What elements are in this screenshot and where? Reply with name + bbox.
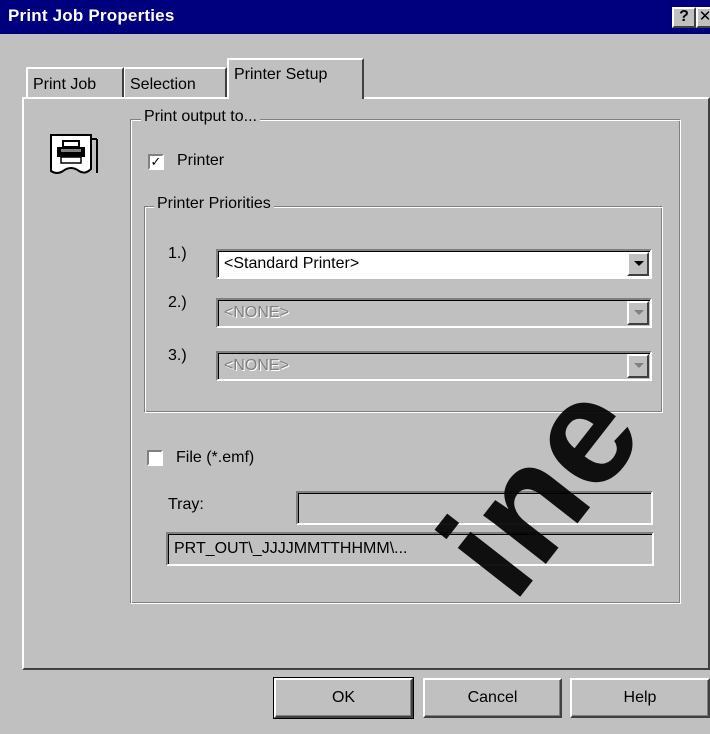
file-checkbox[interactable] — [147, 450, 163, 466]
chevron-down-icon — [634, 310, 644, 315]
tab-printer-setup[interactable]: Printer Setup — [227, 58, 364, 99]
close-icon[interactable]: ✕ — [696, 7, 710, 28]
priority-3-dropdown-button[interactable] — [627, 354, 649, 378]
tray-label: Tray: — [168, 496, 204, 513]
priority-2-dropdown-button[interactable] — [627, 301, 649, 325]
priority-2-select[interactable]: <NONE> — [216, 298, 652, 328]
tab-label: Printer Setup — [234, 66, 328, 83]
tray-input[interactable] — [296, 491, 653, 525]
tab-label: Selection — [130, 76, 196, 93]
help-button[interactable]: Help — [570, 678, 710, 718]
printer-priorities-group-label: Printer Priorities — [154, 195, 274, 213]
window-title: Print Job Properties — [8, 6, 175, 25]
tab-label: Print Job — [33, 76, 97, 93]
priority-1-value: <Standard Printer> — [224, 255, 360, 272]
file-checkbox-label[interactable]: File (*.emf) — [176, 449, 254, 467]
priority-number-1: 1.) — [168, 245, 187, 262]
chevron-down-icon — [634, 363, 644, 368]
printer-checkbox-label[interactable]: Printer — [177, 152, 224, 170]
help-icon[interactable]: ? — [672, 7, 696, 28]
priority-3-value: <NONE> — [224, 357, 289, 374]
ok-button[interactable]: OK — [273, 677, 414, 719]
priority-2-value: <NONE> — [224, 304, 289, 321]
checkmark-icon: ✓ — [150, 154, 162, 169]
printer-checkbox[interactable]: ✓ — [148, 154, 164, 170]
tab-print-job[interactable]: Print Job — [26, 67, 124, 97]
print-job-properties-dialog: Print Job Properties ? ✕ Print Job Selec… — [0, 0, 710, 734]
printer-document-icon — [45, 131, 105, 179]
chevron-down-icon — [634, 261, 644, 266]
print-output-group-label: Print output to... — [141, 108, 260, 126]
priority-1-select[interactable]: <Standard Printer> — [216, 249, 652, 279]
tab-selection[interactable]: Selection — [124, 67, 227, 97]
file-path-input[interactable]: PRT_OUT\_JJJJMMTTHHMM\... — [166, 532, 654, 566]
title-bar[interactable]: Print Job Properties ? ✕ — [0, 0, 710, 34]
file-path-value: PRT_OUT\_JJJJMMTTHHMM\... — [174, 540, 408, 557]
priority-1-dropdown-button[interactable] — [627, 252, 649, 276]
cancel-button[interactable]: Cancel — [423, 678, 562, 718]
priority-number-3: 3.) — [168, 347, 187, 364]
priority-3-select[interactable]: <NONE> — [216, 351, 652, 381]
priority-number-2: 2.) — [168, 294, 187, 311]
